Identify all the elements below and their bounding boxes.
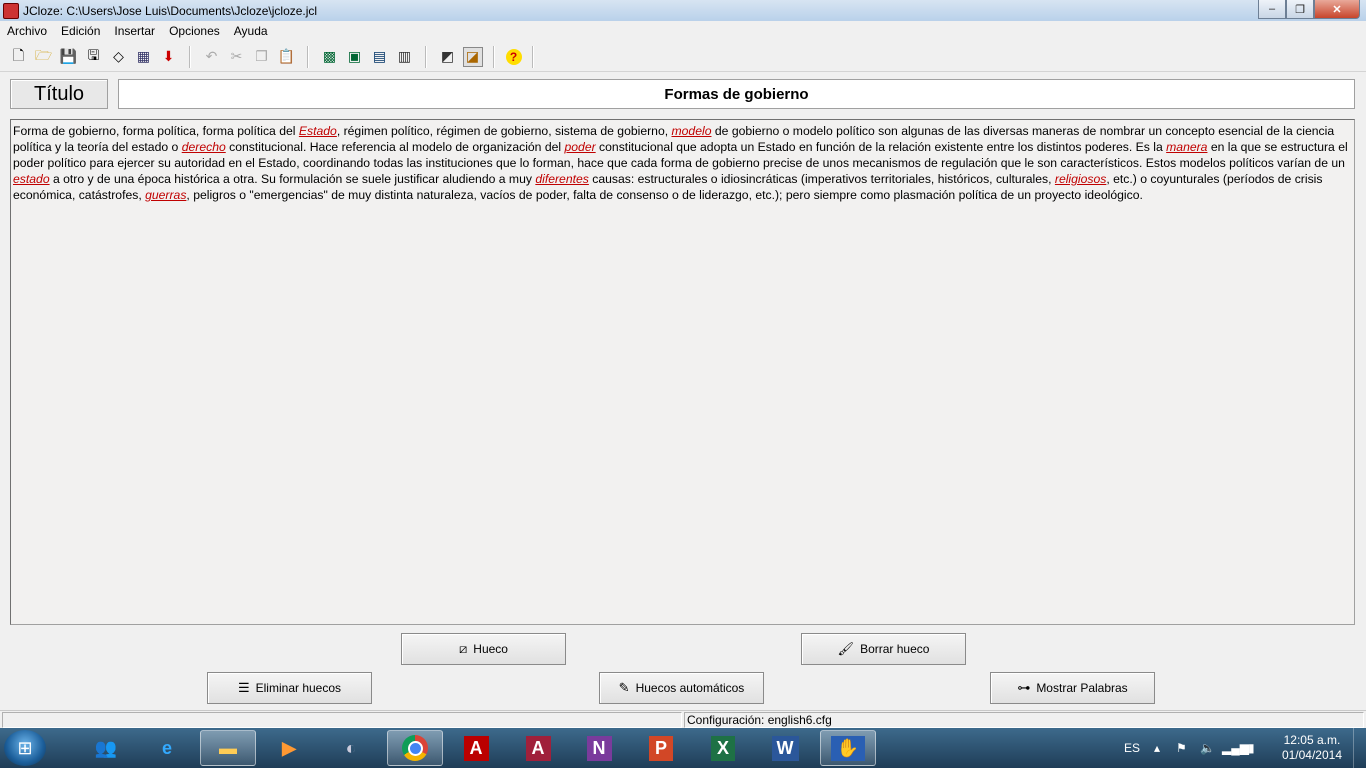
- undo-icon[interactable]: ↶: [202, 47, 222, 67]
- menu-opciones[interactable]: Opciones: [162, 24, 227, 38]
- body-text-segment: a otro y de una época histórica a otra. …: [49, 172, 536, 186]
- export-down-icon[interactable]: ⬇: [159, 47, 179, 67]
- remote-icon[interactable]: ◐: [323, 730, 379, 766]
- gap-icon: ⧄: [459, 641, 468, 656]
- maximize-button[interactable]: ❐: [1286, 0, 1314, 19]
- save-as-icon[interactable]: 🖫: [84, 47, 104, 67]
- huecos-automaticos-button[interactable]: ✎ Huecos automáticos: [599, 672, 764, 704]
- hueco-label: Hueco: [473, 642, 508, 656]
- export-hotpot-icon[interactable]: ▥: [395, 47, 415, 67]
- window-title: JCloze: C:\Users\Jose Luis\Documents\Jcl…: [23, 3, 318, 18]
- gap-word[interactable]: Estado: [299, 124, 337, 138]
- close-button[interactable]: ✕: [1314, 0, 1360, 19]
- webpage-export-icon[interactable]: ▩: [320, 47, 340, 67]
- list-clear-icon: ☰: [237, 680, 250, 695]
- powerpoint-icon[interactable]: P: [633, 730, 689, 766]
- huecos-automaticos-label: Huecos automáticos: [635, 681, 745, 695]
- body-text-segment: , régimen político, régimen de gobierno,…: [336, 124, 672, 138]
- gap-word[interactable]: manera: [1166, 140, 1207, 154]
- toolbar-separator: [532, 45, 534, 68]
- chrome-icon[interactable]: [387, 730, 443, 766]
- toolbar-separator: [493, 45, 495, 68]
- title-label: Título: [10, 79, 108, 109]
- gap-word[interactable]: guerras: [145, 188, 186, 202]
- body-text-segment: constitucional. Hace referencia al model…: [225, 140, 565, 154]
- gap-word[interactable]: derecho: [182, 140, 226, 154]
- menu-ayuda[interactable]: Ayuda: [227, 24, 275, 38]
- jcloze-app-icon[interactable]: [3, 2, 19, 19]
- eraser-icon[interactable]: ◇: [109, 47, 129, 67]
- jcloze-icon[interactable]: ✋: [820, 730, 876, 766]
- gap-word[interactable]: poder: [565, 140, 596, 154]
- internet-explorer-icon[interactable]: e: [139, 730, 195, 766]
- paste-icon[interactable]: 📋: [277, 47, 297, 67]
- acrobat-icon[interactable]: A: [448, 730, 504, 766]
- body-text-segment: constitucional que adopta un Estado en f…: [595, 140, 1167, 154]
- cut-icon[interactable]: ✂: [227, 47, 247, 67]
- excel-icon[interactable]: X: [695, 730, 751, 766]
- language-indicator[interactable]: ES: [1124, 728, 1140, 768]
- eliminar-huecos-button[interactable]: ☰ Eliminar huecos: [207, 672, 372, 704]
- borrar-hueco-button[interactable]: 🖌 Borrar hueco: [801, 633, 966, 665]
- menu-edicion[interactable]: Edición: [54, 24, 107, 38]
- windows-logo-icon: ⊞: [17, 737, 33, 758]
- clock-date: 01/04/2014: [1281, 748, 1342, 762]
- export-package-icon[interactable]: ▣: [345, 47, 365, 67]
- body-text-segment: causas: estructurales o idiosincráticas …: [588, 172, 1055, 186]
- cloze-text-area[interactable]: Forma de gobierno, forma política, forma…: [10, 119, 1355, 625]
- gap-word[interactable]: diferentes: [535, 172, 589, 186]
- config-icon[interactable]: ◪: [462, 46, 483, 67]
- save-icon[interactable]: 💾: [59, 47, 79, 67]
- show-desktop-button[interactable]: [1353, 728, 1366, 768]
- clock-time: 12:05 a.m.: [1283, 733, 1341, 747]
- status-segment-left: [2, 712, 682, 728]
- status-bar: Configuración: english6.cfg: [0, 710, 1366, 729]
- eliminar-huecos-label: Eliminar huecos: [255, 681, 342, 695]
- web-page-icon[interactable]: ▦: [134, 47, 154, 67]
- menu-bar: Archivo Edición Insertar Opciones Ayuda: [0, 21, 1366, 41]
- word-icon[interactable]: W: [757, 730, 813, 766]
- toolbar-separator: [189, 45, 191, 68]
- file-explorer-icon[interactable]: ▬: [200, 730, 256, 766]
- mostrar-palabras-button[interactable]: ⊶ Mostrar Palabras: [990, 672, 1155, 704]
- new-file-icon[interactable]: 🗋: [9, 47, 29, 67]
- status-config: Configuración: english6.cfg: [687, 713, 832, 727]
- toolbar: 🗋 🗁 💾 🖫 ◇ ▦ ⬇ ↶ ✂ ❐ 📋 ▩ ▣ ▤ ▥ ◩ ◪ ?: [0, 42, 1366, 72]
- hueco-button[interactable]: ⧄ Hueco: [401, 633, 566, 665]
- start-button[interactable]: ⊞: [4, 730, 46, 766]
- toolbar-separator: [425, 45, 427, 68]
- menu-insertar[interactable]: Insertar: [107, 24, 162, 38]
- borrar-hueco-label: Borrar hueco: [860, 642, 930, 656]
- taskbar: ⊞ 👥 e ▬ ▶ ◐ A A N P X W ✋ ES ▴ ⚑ 🔈 ▂▄▆ ▮…: [0, 728, 1366, 768]
- access-icon[interactable]: A: [510, 730, 566, 766]
- brush-icon: 🖌: [837, 641, 855, 656]
- copy-icon[interactable]: ❐: [252, 47, 272, 67]
- window-title-bar: JCloze: C:\Users\Jose Luis\Documents\Jcl…: [0, 0, 1366, 21]
- menu-archivo[interactable]: Archivo: [0, 24, 54, 38]
- gap-word[interactable]: estado: [13, 172, 50, 186]
- help-icon[interactable]: ?: [505, 48, 522, 65]
- magic-icon: ✎: [618, 680, 630, 695]
- action-center-icon[interactable]: ⚑: [1176, 728, 1187, 768]
- toolbar-separator: [307, 45, 309, 68]
- mostrar-palabras-label: Mostrar Palabras: [1036, 681, 1128, 695]
- gap-word[interactable]: modelo: [672, 124, 712, 138]
- battery-icon[interactable]: ▮: [1248, 728, 1255, 768]
- title-input[interactable]: Formas de gobierno: [118, 79, 1355, 109]
- minimize-button[interactable]: –: [1258, 0, 1286, 19]
- onenote-icon[interactable]: N: [571, 730, 627, 766]
- media-player-icon[interactable]: ▶: [261, 730, 317, 766]
- volume-icon[interactable]: 🔈: [1200, 728, 1215, 768]
- open-folder-icon[interactable]: 🗁: [34, 47, 54, 67]
- export-scorm-icon[interactable]: ▤: [370, 47, 390, 67]
- taskbar-clock[interactable]: 12:05 a.m. 01/04/2014: [1282, 733, 1342, 763]
- people-icon[interactable]: 👥: [78, 730, 134, 766]
- tree-icon: ⊶: [1017, 680, 1031, 695]
- body-text-segment: Forma de gobierno, forma política, forma…: [13, 124, 299, 138]
- masher-icon[interactable]: ◩: [438, 47, 458, 67]
- body-text-segment: , peligros o "emergencias" de muy distin…: [186, 188, 1143, 202]
- gap-word[interactable]: religiosos: [1055, 172, 1106, 186]
- network-icon[interactable]: ▂▄▆: [1222, 728, 1249, 768]
- show-hidden-icons-icon[interactable]: ▴: [1154, 728, 1160, 768]
